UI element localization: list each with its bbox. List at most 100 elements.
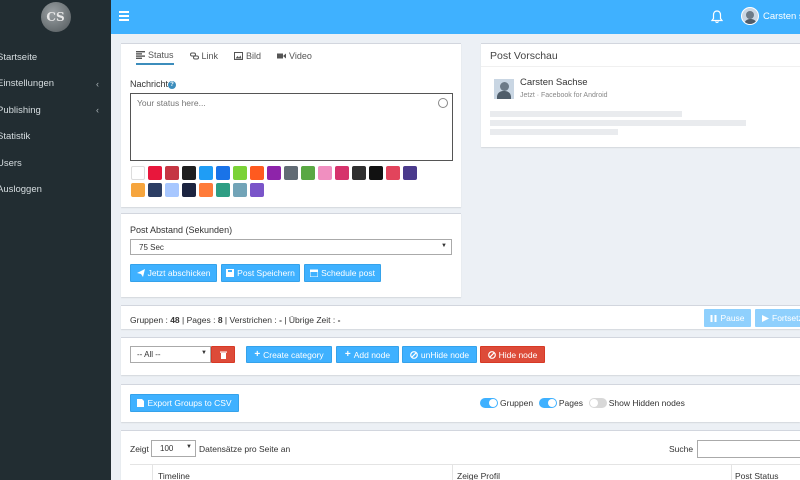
color-swatch[interactable] — [301, 166, 315, 180]
category-select[interactable]: -- All -- ▼ — [130, 346, 211, 363]
preview-avatar — [494, 79, 514, 99]
bell-icon[interactable] — [711, 10, 723, 24]
page-size-select[interactable]: 100 ▼ — [151, 440, 196, 457]
color-swatch[interactable] — [250, 166, 264, 180]
color-swatch[interactable] — [352, 166, 366, 180]
interval-label: Post Abstand (Sekunden) — [130, 225, 233, 235]
color-swatch[interactable] — [250, 183, 264, 197]
color-swatch[interactable] — [284, 166, 298, 180]
table-header-border — [130, 464, 800, 465]
pause-button[interactable]: Pause — [704, 309, 751, 327]
color-swatch[interactable] — [267, 166, 281, 180]
color-swatch[interactable] — [233, 166, 247, 180]
create-category-label: Create category — [263, 349, 324, 360]
ban-icon — [487, 350, 496, 359]
column-header-timeline[interactable]: Timeline — [158, 471, 190, 480]
sidebar-item-publishing[interactable]: Publishing ‹ — [0, 97, 111, 124]
tab-status[interactable]: Status — [136, 50, 174, 65]
groups-count: 48 — [170, 315, 180, 325]
avatar — [741, 7, 759, 25]
plus-icon: + — [344, 349, 351, 360]
stats-bar: Gruppen : 48 | Pages : 8 | Verstrichen :… — [121, 305, 800, 329]
column-divider — [731, 464, 732, 480]
color-swatch[interactable] — [182, 183, 196, 197]
color-swatch[interactable] — [131, 166, 145, 180]
sidebar-nav: Startseite Einstellungen ‹ Publishing ‹ St… — [0, 44, 111, 203]
sidebar-item-ausloggen[interactable]: Ausloggen — [0, 177, 111, 204]
color-swatch[interactable] — [148, 166, 162, 180]
hide-node-button[interactable]: Hide node — [480, 346, 545, 363]
toggle-hidden-nodes[interactable] — [588, 398, 607, 409]
color-swatch[interactable] — [369, 166, 383, 180]
color-swatch[interactable] — [199, 166, 213, 180]
file-icon — [137, 399, 145, 407]
show-suffix: Datensätze pro Seite an — [199, 444, 291, 454]
divider — [481, 66, 800, 67]
category-bar: -- All -- ▼ + Create category + Add node… — [121, 337, 800, 375]
image-icon — [234, 52, 244, 60]
groups-label: Gruppen : — [130, 315, 168, 325]
column-header-status[interactable]: Post Status — [735, 471, 778, 480]
swatch-row — [131, 166, 451, 180]
sidebar-item-label: Einstellungen — [0, 78, 55, 90]
color-swatch[interactable] — [335, 166, 349, 180]
color-swatch[interactable] — [403, 166, 417, 180]
user-name: Carsten sachse — [763, 10, 800, 22]
pages-label: | Pages : — [182, 315, 216, 325]
hamburger-icon[interactable] — [119, 11, 129, 21]
sidebar-item-statistik[interactable]: Statistik — [0, 124, 111, 151]
tab-video[interactable]: Video — [277, 50, 312, 65]
delete-category-button[interactable] — [211, 346, 235, 363]
tab-label: Status — [148, 50, 174, 60]
color-swatch[interactable] — [199, 183, 213, 197]
color-swatch[interactable] — [131, 183, 145, 197]
create-category-button[interactable]: + Create category — [246, 346, 332, 363]
save-post-button[interactable]: Post Speichern — [221, 264, 300, 282]
sidebar-item-startseite[interactable]: Startseite — [0, 44, 111, 71]
topbar: Carsten sachse — [111, 0, 800, 34]
hide-node-label: Hide node — [498, 349, 538, 360]
tab-link[interactable]: Link — [189, 50, 219, 65]
message-textarea[interactable] — [130, 93, 453, 161]
search-input[interactable] — [697, 440, 800, 458]
color-swatch[interactable] — [216, 183, 230, 197]
unhide-node-button[interactable]: unHide node — [402, 346, 477, 363]
continue-button[interactable]: Fortsetzen — [755, 309, 800, 327]
color-swatch[interactable] — [165, 166, 179, 180]
sidebar-item-users[interactable]: Users — [0, 150, 111, 177]
color-swatch[interactable] — [148, 183, 162, 197]
message-label: Nachricht — [130, 79, 169, 89]
send-now-button[interactable]: Jetzt abschicken — [130, 264, 217, 282]
toggle-pages[interactable] — [538, 398, 557, 409]
emoji-icon[interactable] — [438, 98, 448, 108]
tab-label: Link — [201, 51, 219, 61]
video-icon — [277, 53, 287, 59]
color-swatch[interactable] — [216, 166, 230, 180]
toggle-groups[interactable] — [480, 398, 498, 409]
color-swatch[interactable] — [182, 166, 196, 180]
page-size-value: 100 — [160, 444, 174, 453]
unhide-node-label: unHide node — [420, 349, 470, 360]
export-csv-button[interactable]: Export Groups to CSV — [130, 394, 239, 412]
chevron-left-icon: ‹ — [96, 78, 99, 89]
link-icon — [189, 52, 199, 60]
color-swatch[interactable] — [318, 166, 332, 180]
search-label: Suche — [669, 444, 694, 454]
add-node-button[interactable]: + Add node — [336, 346, 399, 363]
user-menu[interactable]: Carsten sachse — [741, 7, 800, 25]
help-icon[interactable]: ? — [168, 81, 177, 89]
color-swatch[interactable] — [386, 166, 400, 180]
continue-label: Fortsetzen — [772, 313, 800, 323]
tab-bild[interactable]: Bild — [234, 50, 261, 65]
color-swatch[interactable] — [165, 183, 179, 197]
column-header-profile[interactable]: Zeige Profil — [457, 471, 500, 480]
send-now-label: Jetzt abschicken — [147, 268, 211, 278]
logo[interactable]: CS — [40, 2, 71, 32]
schedule-post-button[interactable]: Schedule post — [304, 264, 381, 282]
show-prefix: Zeigt — [130, 444, 149, 454]
sidebar-item-einstellungen[interactable]: Einstellungen ‹ — [0, 71, 111, 98]
color-swatch[interactable] — [233, 183, 247, 197]
send-icon — [136, 269, 145, 277]
interval-select[interactable]: 75 Sec ▼ — [130, 239, 452, 255]
preview-box: Post Vorschau Carsten Sachse Jetzt · Fac… — [481, 43, 800, 147]
